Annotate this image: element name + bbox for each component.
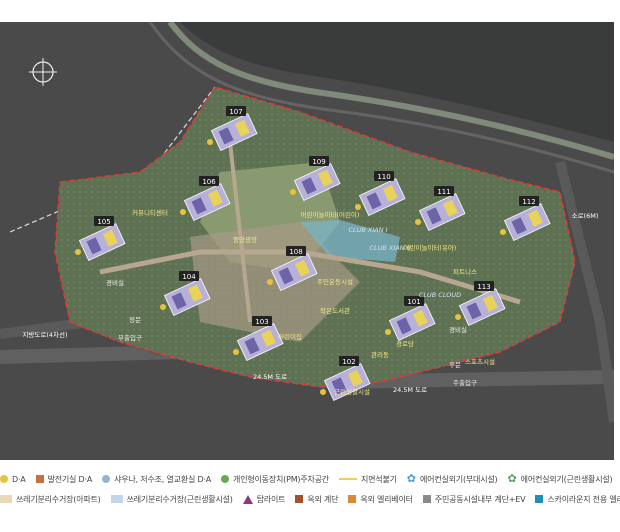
road-label: 24.5M 도로 [253,373,287,381]
building-number-label: 111 [437,188,450,196]
legend-item: D·A [0,475,26,484]
brown-square-icon [295,495,304,503]
legend-label: 쓰레기분리수거장(아파트) [16,494,101,504]
facility-label: 피트니스 [453,267,477,276]
blue-flower-icon: ✿ [406,472,416,485]
building-number-label: 107 [229,108,242,116]
facility-label: 커뮤니티센터 [132,208,168,217]
legend-label: 샤우나, 저수조, 열교환실 D·A [114,474,212,484]
legend-item: 스카이라운지 전용 엘리베이터 [535,494,620,505]
building-number-label: 102 [342,358,355,366]
legend-item: 발전기실 D·A [35,474,93,485]
legend-label: D·A [12,474,26,484]
facility-label: 주민운동시설 [317,277,353,286]
legend-label: 에어컨실외기(부대시설) [420,474,498,484]
legend-row-2: 쓰레기분리수거장(아파트) 쓰레기분리수거장(근린생활시설) 탑라이트 옥외 계단 옥외… [0,490,620,508]
facility-label: 어린이놀이터(유아) [404,243,457,252]
road-label: 소로(6M) [572,212,599,220]
yellow-line-icon [338,478,357,480]
club-label: CLUB CLOUD [419,291,461,299]
facility-label: 어린이놀이터(어린이) [301,210,360,219]
legend-label: 스카이라운지 전용 엘리베이터 [547,494,620,504]
building-number-label: 104 [182,273,196,281]
road-label: 24.5M 도로 [393,386,427,394]
club-label: CLUB XIAN II [369,244,410,252]
orange-square-icon [348,495,357,503]
legend-item: 지면석불기 [338,474,397,485]
building-number-label: 103 [255,318,268,326]
legend-item: 샤우나, 저수조, 열교환실 D·A [102,474,211,485]
beige-hatch-icon [0,495,12,503]
legend-item: 개인형이동장치(PM)주차공간 [221,474,329,485]
legend-item: 주민공동시설내부 계단+EV [422,494,526,505]
legend-label: 개인형이동장치(PM)주차공간 [233,474,329,484]
legend-row-1: D·A 발전기실 D·A 샤우나, 저수조, 열교환실 D·A 개인형이동장치(PM)… [0,470,620,488]
legend-label: 쓰레기분리수거장(근린생활시설) [126,494,233,504]
legend-item: 쓰레기분리수거장(아파트) [0,494,101,505]
legend-item: ✿ 에어컨실외기(근린생활시설) [507,472,613,485]
legend-item: 쓰레기분리수거장(근린생활시설) [110,494,233,505]
building-number-label: 109 [312,158,325,166]
gate-label: 정문 [129,315,141,324]
legend-label: 지면석불기 [360,474,397,484]
legend-item: 옥외 계단 [295,494,339,505]
building-number-label: 108 [289,248,302,256]
gray-square-icon [422,495,431,503]
facility-label: 작은도서관 [320,306,350,315]
road-label: 지방도로(4차선) [22,330,67,339]
gate-label: 주출입구 [453,378,477,387]
facility-label: 근린생활시설 [334,387,370,396]
legend-item: 옥외 엘리베이터 [348,494,413,505]
building-number-label: 112 [522,198,535,206]
gate-label: 부출입구 [118,333,142,342]
site-plan-map: 107106105109110111112108104103102101113 … [0,22,614,460]
legend-label: 주민공동시설내부 계단+EV [434,494,526,504]
legend-label: 옥외 엘리베이터 [360,494,413,504]
yellow-circle-icon [0,475,8,483]
legend-item: 탑라이트 [242,494,286,505]
green-circle-icon [221,475,230,483]
blue-hatch-icon [110,495,123,503]
club-label: CLUB XIAN I [348,226,387,234]
facility-label: 관리동 [371,350,389,359]
gate-label: 경비실 [449,325,467,334]
building-number-label: 101 [407,298,420,306]
purple-triangle-icon [242,494,253,504]
building-number-label: 113 [477,283,490,291]
facility-label: 경로당 [396,339,414,348]
orange-square-icon [35,475,44,483]
facility-label: 스포츠시설 [465,358,495,366]
green-flower-icon: ✿ [507,472,517,485]
facility-label: 중앙광장 [233,235,257,244]
legend-label: 탑라이트 [256,494,286,504]
blue-circle-icon [102,475,111,483]
map-legend: D·A 발전기실 D·A 샤우나, 저수조, 열교환실 D·A 개인형이동장치(PM)… [0,466,620,530]
facility-label: 어린이집 [278,332,302,341]
legend-item: ✿ 에어컨실외기(부대시설) [406,472,498,485]
gate-label: 경비실 [106,278,124,287]
building-number-label: 110 [377,173,390,181]
gate-label: 후문 [449,361,461,369]
legend-label: 에어컨실외기(근린생활시설) [520,474,613,484]
legend-label: 발전기실 D·A [47,474,93,484]
building-number-label: 106 [202,178,216,186]
legend-label: 옥외 계단 [307,494,339,504]
building-number-label: 105 [97,218,110,226]
teal-square-icon [535,495,544,503]
